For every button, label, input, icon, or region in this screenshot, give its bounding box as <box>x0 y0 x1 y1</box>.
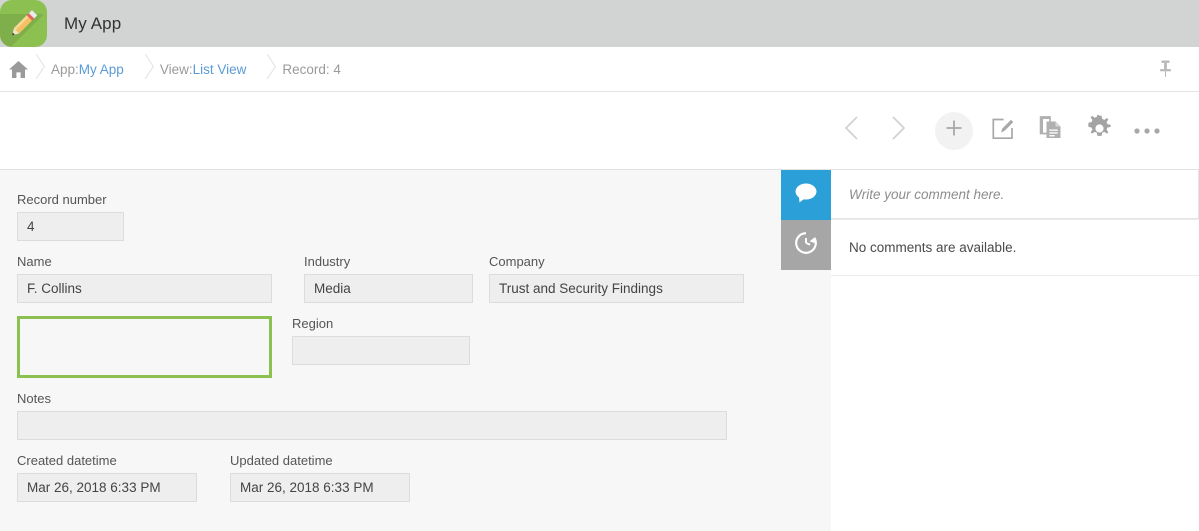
field-label-region: Region <box>292 316 470 331</box>
pencil-app-icon <box>0 0 47 47</box>
chevron-right-icon <box>890 115 906 146</box>
field-updated-datetime: Updated datetime Mar 26, 2018 6:33 PM <box>230 453 410 502</box>
field-label-record-number: Record number <box>17 192 781 207</box>
ellipsis-icon <box>1133 122 1161 140</box>
history-clock-icon <box>793 230 819 261</box>
add-record-button[interactable] <box>935 112 973 150</box>
field-notes: Notes <box>17 391 781 440</box>
record-toolbar <box>0 92 1199 170</box>
created-datetime-input[interactable]: Mar 26, 2018 6:33 PM <box>17 473 197 502</box>
comments-tab[interactable] <box>781 170 831 220</box>
record-form: Record number 4 Name F. Collins Industry… <box>0 170 781 531</box>
field-name: Name F. Collins <box>17 254 272 303</box>
field-created-datetime: Created datetime Mar 26, 2018 6:33 PM <box>17 453 197 502</box>
breadcrumb-view-prefix: View: <box>160 62 193 77</box>
gear-icon <box>1086 115 1113 147</box>
duplicate-record-button[interactable] <box>1027 107 1075 155</box>
form-row-name: Name F. Collins Industry Media Company T… <box>17 254 781 316</box>
comment-input[interactable]: Write your comment here. <box>831 170 1199 219</box>
field-selected <box>17 316 272 378</box>
field-label-updated-datetime: Updated datetime <box>230 453 410 468</box>
field-record-number: Record number 4 <box>17 192 781 241</box>
home-icon[interactable] <box>8 60 29 79</box>
form-row-selected: Region <box>17 316 781 391</box>
field-region: Region <box>292 316 470 365</box>
history-tab[interactable] <box>781 220 831 270</box>
comment-bubble-icon <box>793 181 819 210</box>
field-label-name: Name <box>17 254 272 269</box>
breadcrumb-separator-icon <box>260 56 273 82</box>
field-label-company: Company <box>489 254 744 269</box>
breadcrumb-view-link[interactable]: List View <box>193 62 247 77</box>
field-label-notes: Notes <box>17 391 781 406</box>
breadcrumb-app-link[interactable]: My App <box>79 62 124 77</box>
breadcrumb: App: My App View: List View Record: 4 <box>0 47 1199 92</box>
notes-input[interactable] <box>17 411 727 440</box>
edit-record-button[interactable] <box>979 107 1027 155</box>
comments-empty-message: No comments are available. <box>831 220 1199 276</box>
breadcrumb-separator-icon <box>138 56 151 82</box>
pin-icon[interactable] <box>1158 59 1173 84</box>
settings-button[interactable] <box>1075 107 1123 155</box>
breadcrumb-item-record: Record: 4 <box>260 47 355 91</box>
comment-panel-tabs <box>781 170 831 531</box>
name-input[interactable]: F. Collins <box>17 274 272 303</box>
chevron-left-icon <box>844 115 860 146</box>
form-row-datetimes: Created datetime Mar 26, 2018 6:33 PM Up… <box>17 453 781 515</box>
comment-input-row: Write your comment here. <box>831 170 1199 220</box>
breadcrumb-record-label: Record: 4 <box>282 62 341 77</box>
prev-record-button[interactable] <box>829 107 875 155</box>
breadcrumb-separator-icon <box>29 56 42 82</box>
field-industry: Industry Media <box>304 254 473 303</box>
region-input[interactable] <box>292 336 470 365</box>
more-options-button[interactable] <box>1123 107 1171 155</box>
industry-input[interactable]: Media <box>304 274 473 303</box>
breadcrumb-app-prefix: App: <box>51 62 79 77</box>
breadcrumb-item-app[interactable]: App: My App <box>29 47 138 91</box>
title-bar: My App <box>0 0 1199 47</box>
comment-panel: Write your comment here. No comments are… <box>831 170 1199 531</box>
updated-datetime-input[interactable]: Mar 26, 2018 6:33 PM <box>230 473 410 502</box>
edit-pencil-square-icon <box>991 116 1016 146</box>
breadcrumb-item-view[interactable]: View: List View <box>138 47 261 91</box>
field-label-industry: Industry <box>304 254 473 269</box>
field-label-created-datetime: Created datetime <box>17 453 197 468</box>
field-company: Company Trust and Security Findings <box>489 254 744 303</box>
selected-field-input[interactable] <box>17 316 272 378</box>
record-number-input[interactable]: 4 <box>17 212 124 241</box>
plus-icon <box>944 118 964 143</box>
copy-pages-icon <box>1039 115 1063 146</box>
company-input[interactable]: Trust and Security Findings <box>489 274 744 303</box>
next-record-button[interactable] <box>875 107 921 155</box>
record-body: Record number 4 Name F. Collins Industry… <box>0 170 1199 531</box>
app-title: My App <box>64 14 121 34</box>
